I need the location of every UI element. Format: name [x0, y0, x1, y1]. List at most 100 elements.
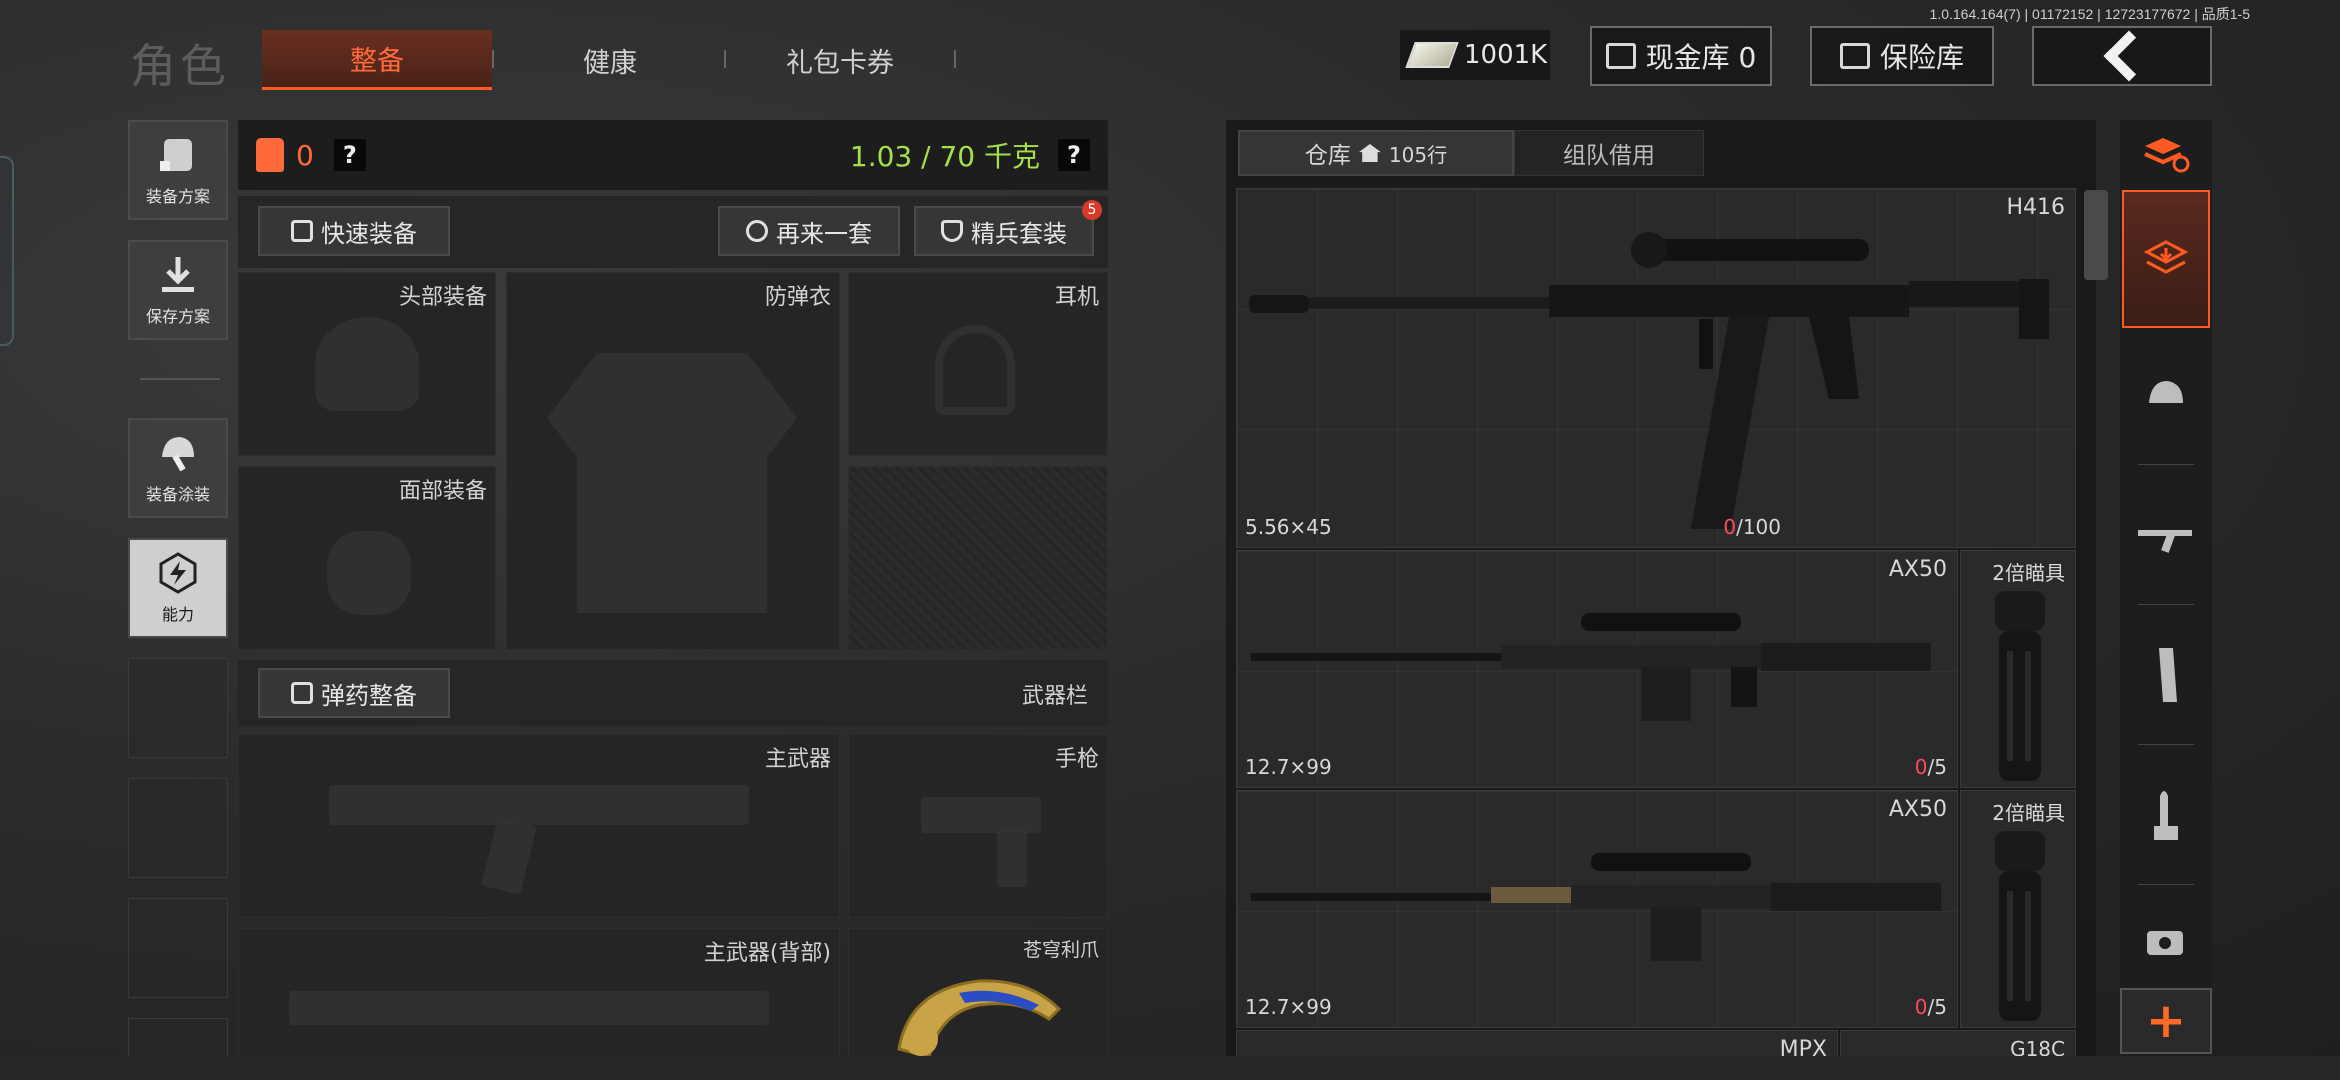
category-ammo[interactable]	[2122, 756, 2210, 876]
item-caliber: 12.7×99	[1245, 995, 1332, 1019]
lightning-hex-icon	[156, 551, 200, 595]
cash-vault-icon	[1605, 43, 1636, 69]
nav-label: 装备涂装	[145, 485, 210, 504]
nav-skin[interactable]: 装备涂装	[128, 418, 228, 518]
tab-separator	[492, 50, 494, 68]
item-name: 2倍瞄具	[1992, 561, 2065, 585]
reroll-button[interactable]: 再来一套	[718, 206, 900, 256]
sniper-ax50-icon	[1251, 613, 1931, 721]
ammo-row: 弹药整备 武器栏	[238, 660, 1108, 726]
notification-badge: 5	[1082, 200, 1102, 220]
weapon-bar-label: 武器栏	[1021, 684, 1088, 709]
reroll-label: 再来一套	[776, 219, 872, 248]
helmet-icon	[315, 317, 419, 411]
warehouse-item[interactable]: H416 5.56×45 0/100	[1236, 188, 2076, 548]
slot-primary-back[interactable]: 主武器(背部)	[238, 928, 840, 1060]
slot-head[interactable]: 头部装备	[238, 272, 496, 456]
nav-divider	[140, 378, 220, 380]
shirt-icon	[291, 220, 313, 242]
tab-team-label: 组队借用	[1563, 143, 1655, 169]
vest-icon	[547, 353, 797, 613]
ammo-prep-button[interactable]: 弹药整备	[258, 668, 450, 718]
back-button[interactable]	[2032, 26, 2212, 86]
refresh-icon	[746, 220, 768, 242]
backpack-icon	[156, 133, 200, 177]
slot-label: 苍穹利爪	[1022, 939, 1099, 961]
category-separator	[2138, 464, 2194, 465]
item-caliber: 5.56×45	[1245, 515, 1332, 539]
tab-equip[interactable]: 整备	[262, 30, 492, 90]
warehouse-item[interactable]: AX50 12.7×99 0/5	[1236, 550, 1958, 788]
armor-icon	[256, 138, 284, 172]
page-title: 角色	[130, 39, 230, 93]
category-all[interactable]	[2122, 190, 2210, 328]
rifle-h416-icon	[1249, 232, 2049, 529]
slot-label: 头部装备	[398, 285, 487, 310]
elite-set-button[interactable]: 精兵套装 5	[914, 200, 1102, 256]
magazine-ghost	[481, 817, 537, 895]
slot-primary[interactable]: 主武器	[238, 734, 840, 918]
category-gear[interactable]	[2122, 336, 2210, 456]
slot-melee[interactable]: 苍穹利爪	[848, 928, 1108, 1060]
help-icon[interactable]: ?	[333, 139, 366, 171]
category-weapons[interactable]	[2122, 476, 2210, 596]
rifle-icon	[289, 991, 769, 1025]
money-value: 1001K	[1464, 40, 1548, 70]
money-display[interactable]: 1001K	[1400, 30, 1550, 80]
bullet-icon	[2154, 791, 2178, 840]
weight-value: 1.03 / 70 千克	[849, 140, 1040, 173]
slot-face[interactable]: 面部装备	[238, 466, 496, 650]
safe-label: 保险库	[1879, 41, 1964, 74]
slot-pistol[interactable]: 手枪	[848, 734, 1108, 918]
warehouse-item[interactable]: 2倍瞄具	[1960, 550, 2076, 788]
headset-icon	[935, 325, 1015, 415]
plus-icon: +	[2145, 993, 2187, 1049]
nav-empty-slot	[128, 778, 228, 878]
tab-storage-label: 仓库	[1304, 143, 1351, 169]
safe-button[interactable]: 保险库	[1810, 26, 1994, 86]
nav-ability[interactable]: 能力	[128, 538, 228, 638]
rifle-icon	[329, 785, 749, 825]
tab-team-borrow[interactable]: 组队借用	[1514, 130, 1704, 176]
download-icon	[156, 253, 200, 297]
slot-label: 防弹衣	[764, 285, 831, 310]
slot-label: 主武器(背部)	[703, 941, 831, 966]
warehouse-item[interactable]: 2倍瞄具	[1960, 790, 2076, 1028]
warehouse-item[interactable]: AX50 12.7×99 0/5	[1236, 790, 1958, 1028]
equipment-actions: 快速装备 再来一套 精兵套装 5	[238, 196, 1108, 268]
nav-loadout-plan[interactable]: 装备方案	[128, 120, 228, 220]
cash-vault-button[interactable]: 现金库 0	[1590, 26, 1772, 86]
elite-set-label: 精兵套装	[971, 219, 1067, 248]
category-sort[interactable]	[2122, 122, 2210, 186]
tab-gift[interactable]: 礼包卡券	[730, 30, 950, 90]
nav-empty-slot	[128, 1018, 228, 1058]
money-icon	[1405, 42, 1459, 68]
karambit-icon	[897, 979, 1062, 1059]
category-attachments[interactable]	[2122, 896, 2210, 986]
cash-vault-label: 现金库 0	[1645, 41, 1757, 74]
quick-equip-button[interactable]: 快速装备	[258, 206, 450, 256]
layers-icon	[2143, 240, 2189, 274]
item-durability: 0/100	[1723, 515, 1781, 539]
category-separator	[2138, 744, 2194, 745]
category-separator	[2138, 604, 2194, 605]
safe-icon	[1839, 43, 1870, 69]
item-name: AX50	[1888, 557, 1947, 582]
slot-headset[interactable]: 耳机	[848, 272, 1108, 456]
sniper-ax50-icon	[1251, 853, 1941, 961]
add-button[interactable]: +	[2120, 988, 2212, 1054]
tab-separator	[954, 50, 956, 68]
edge-handle[interactable]	[0, 156, 14, 346]
slot-vest[interactable]: 防弹衣	[506, 272, 840, 650]
slot-label: 面部装备	[398, 479, 487, 504]
helmet-icon	[2149, 381, 2183, 403]
nav-label: 能力	[161, 605, 194, 624]
help-icon[interactable]: ?	[1058, 139, 1090, 171]
nav-save-plan[interactable]: 保存方案	[128, 240, 228, 340]
warehouse-scrollbar[interactable]	[2084, 190, 2108, 280]
house-icon	[1358, 144, 1381, 162]
tab-storage[interactable]: 仓库 105行	[1238, 130, 1514, 176]
tab-health[interactable]: 健康	[500, 30, 720, 90]
category-magazines[interactable]	[2122, 616, 2210, 736]
red-dot-sight-icon	[2147, 931, 2183, 955]
